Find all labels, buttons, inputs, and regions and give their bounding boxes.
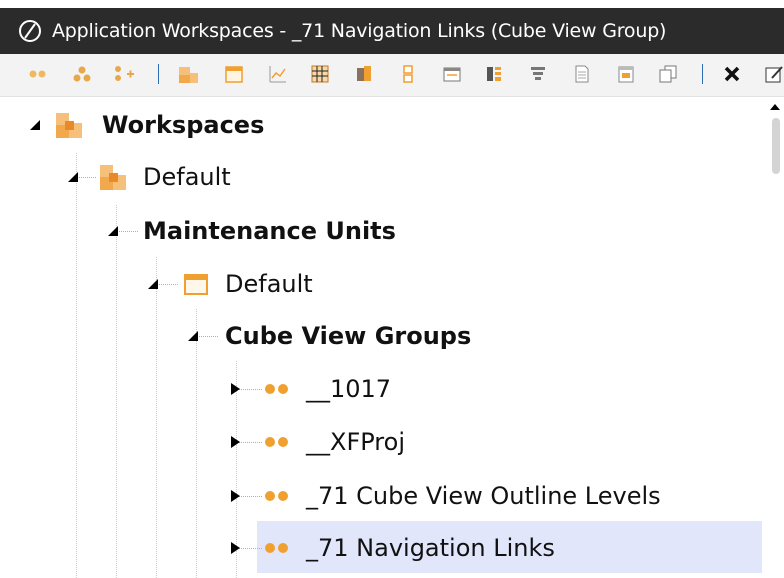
cube-view-group-icon bbox=[262, 380, 292, 398]
cube-view-group-icon bbox=[262, 433, 292, 451]
tree-node-workspaces[interactable]: Workspaces bbox=[102, 103, 264, 147]
tree-node-label: Workspaces bbox=[102, 111, 265, 139]
toolbar-separator bbox=[158, 64, 159, 84]
tree-node-maintenance-units[interactable]: Maintenance Units bbox=[143, 209, 396, 253]
tree-node-label: Default bbox=[143, 163, 231, 191]
collapse-arrow-icon[interactable] bbox=[186, 329, 200, 343]
workspace-icon[interactable] bbox=[176, 62, 200, 86]
grid-icon[interactable] bbox=[308, 62, 332, 86]
collapse-arrow-icon[interactable] bbox=[28, 118, 42, 132]
tree-connector bbox=[76, 153, 77, 578]
tree-node-label: _71 Navigation Links bbox=[306, 534, 555, 562]
tree-connector bbox=[156, 257, 157, 578]
tree-node-label: __1017 bbox=[306, 375, 392, 403]
tree-node-label: _71 Cube View Outline Levels bbox=[306, 482, 661, 510]
tree-node-cube-view-group[interactable]: _71 Cube View Outline Levels bbox=[306, 474, 661, 518]
title-bar: Application Workspaces - _71 Navigation … bbox=[0, 8, 784, 54]
cube-view-group-icon[interactable] bbox=[26, 62, 50, 86]
tree-node-cube-view-group[interactable]: __XFProj bbox=[306, 420, 405, 464]
app-logo-icon bbox=[18, 19, 42, 43]
tree-node-label: Default bbox=[225, 270, 313, 298]
tree-node-cube-view-group[interactable]: __1017 bbox=[306, 367, 391, 411]
delete-icon[interactable] bbox=[720, 62, 744, 86]
cube-view-group-icon bbox=[262, 539, 292, 557]
tree-connector bbox=[116, 205, 117, 578]
toolbar-separator bbox=[702, 64, 703, 84]
collapse-arrow-icon[interactable] bbox=[146, 277, 160, 291]
workspace-icon bbox=[98, 162, 128, 192]
expand-arrow-icon[interactable] bbox=[228, 435, 242, 449]
book-icon[interactable] bbox=[352, 62, 376, 86]
rename-icon[interactable] bbox=[762, 62, 784, 86]
scrollbar-thumb[interactable] bbox=[772, 118, 780, 174]
toolbar bbox=[0, 54, 784, 97]
stack-icon[interactable] bbox=[396, 62, 420, 86]
tree-node-default-maintenance-unit[interactable]: Default bbox=[225, 262, 313, 306]
cube-view-group-icon bbox=[262, 487, 292, 505]
tree-connector bbox=[196, 309, 197, 578]
tree-node-cube-view-groups[interactable]: Cube View Groups bbox=[225, 314, 471, 358]
workspace-tree: Workspaces Default Maintenance Units Def… bbox=[0, 97, 768, 578]
workspace-icon bbox=[54, 110, 84, 140]
dashboard-icon[interactable] bbox=[614, 62, 638, 86]
collapse-arrow-icon[interactable] bbox=[66, 170, 80, 184]
tree-node-default-workspace[interactable]: Default bbox=[143, 155, 231, 199]
chart-icon[interactable] bbox=[266, 62, 290, 86]
add-cube-view-icon[interactable] bbox=[112, 62, 136, 86]
application-workspaces-window: Application Workspaces - _71 Navigation … bbox=[0, 0, 784, 578]
filter-icon[interactable] bbox=[526, 62, 550, 86]
expand-arrow-icon[interactable] bbox=[228, 489, 242, 503]
tree-node-cube-view-group-selected[interactable]: _71 Navigation Links bbox=[306, 526, 555, 570]
maintenance-unit-icon bbox=[182, 271, 210, 297]
collapse-arrow-icon[interactable] bbox=[106, 224, 120, 238]
maintenance-unit-icon[interactable] bbox=[222, 62, 246, 86]
columns-icon[interactable] bbox=[482, 62, 506, 86]
cube-view-profile-icon[interactable] bbox=[70, 62, 94, 86]
tree-node-label: __XFProj bbox=[306, 428, 405, 456]
expand-arrow-icon[interactable] bbox=[228, 382, 242, 396]
window-title: Application Workspaces - _71 Navigation … bbox=[52, 20, 667, 42]
expand-arrow-icon[interactable] bbox=[228, 541, 242, 555]
scroll-up-arrow-icon[interactable] bbox=[770, 104, 780, 110]
copy-icon[interactable] bbox=[656, 62, 680, 86]
tree-node-label: Maintenance Units bbox=[143, 217, 396, 245]
document-icon[interactable] bbox=[570, 62, 594, 86]
form-icon[interactable] bbox=[440, 62, 464, 86]
tree-node-label: Cube View Groups bbox=[225, 322, 472, 350]
